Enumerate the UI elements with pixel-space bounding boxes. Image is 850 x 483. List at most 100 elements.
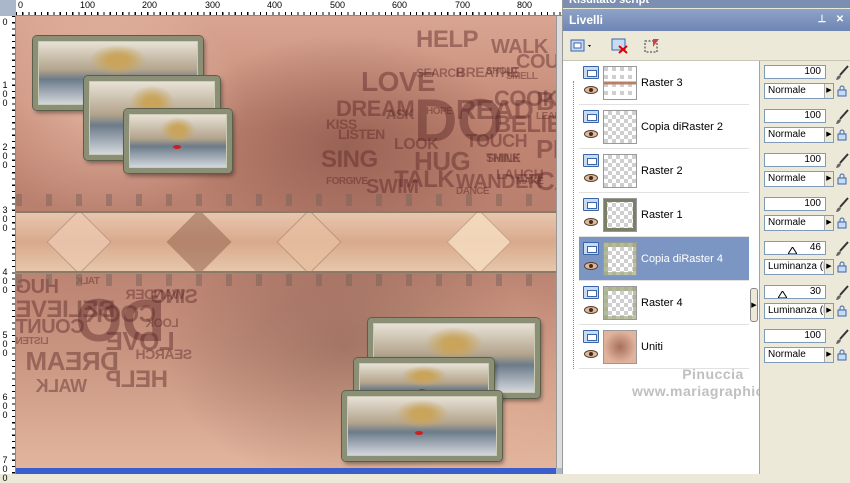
layer-name-cell[interactable]: Copia diRaster 2 — [579, 105, 749, 149]
slider-thumb-icon[interactable] — [778, 291, 787, 298]
layer-props-row: 100 Normale ▶ — [760, 61, 850, 105]
word-art-text: TOUCH — [466, 131, 528, 151]
lock-icon[interactable] — [836, 261, 848, 273]
visibility-eye-icon[interactable] — [584, 174, 598, 182]
lock-icon[interactable] — [836, 85, 848, 97]
blend-mode-select[interactable]: Normale ▶ — [764, 347, 834, 363]
image-canvas[interactable]: WALKCOUNTLOVEDREAMDOHELPBELIEVECOOKSINGH… — [16, 16, 556, 468]
side-panels: Risultato script Livelli ⊥ ✕ Raster 3 Co… — [562, 0, 850, 474]
ruler-tick: 700 — [455, 0, 471, 10]
slider-thumb-icon[interactable] — [788, 247, 797, 254]
ruler-tick: 600 — [392, 0, 408, 10]
layer-name-cell[interactable]: Uniti — [579, 325, 749, 369]
layer-thumbnail — [603, 110, 637, 144]
opacity-value: 100 — [804, 110, 821, 121]
brush-icon[interactable] — [834, 109, 850, 125]
new-layer-icon — [570, 39, 591, 52]
lock-icon[interactable] — [836, 349, 848, 361]
canvas-window: 0 100 200 300 400 500 600 700 800 0 100 20… — [0, 0, 562, 482]
dropdown-arrow-icon[interactable]: ▶ — [824, 128, 833, 142]
blend-mode-value: Normale — [768, 129, 806, 140]
edit-selection-button[interactable] — [641, 36, 663, 56]
opacity-slider[interactable]: 100 — [764, 109, 826, 123]
layer-name-cell[interactable]: Raster 1 — [579, 193, 749, 237]
visibility-eye-icon[interactable] — [584, 350, 598, 358]
layer-row[interactable]: Copia diRaster 4 — [563, 237, 751, 281]
opacity-slider[interactable]: 100 — [764, 153, 826, 167]
diamond-shape — [46, 213, 112, 271]
opacity-slider[interactable]: 100 — [764, 329, 826, 343]
layer-name: Raster 3 — [641, 77, 683, 89]
layer-name-cell[interactable]: Raster 4 — [579, 281, 749, 325]
layer-row[interactable]: Raster 3 — [563, 61, 751, 105]
opacity-slider[interactable]: 30 — [764, 285, 826, 299]
layer-row[interactable]: Copia diRaster 2 — [563, 105, 751, 149]
layer-name-cell[interactable]: Raster 2 — [579, 149, 749, 193]
lock-icon[interactable] — [836, 129, 848, 141]
horizontal-scrollbar[interactable] — [16, 468, 556, 474]
visibility-eye-icon[interactable] — [584, 130, 598, 138]
layer-name: Raster 1 — [641, 209, 683, 221]
ruler-tick: 400 — [267, 0, 283, 10]
layer-name-cell[interactable]: Copia diRaster 4 — [579, 237, 749, 281]
blend-mode-select[interactable]: Normale ▶ — [764, 83, 834, 99]
ruler-tick: 500 — [2, 329, 8, 358]
layer-name-cell[interactable]: Raster 3 — [579, 61, 749, 105]
word-art-text: WANDER — [126, 286, 186, 302]
close-icon[interactable]: ✕ — [833, 13, 847, 27]
dropdown-arrow-icon[interactable]: ▶ — [824, 216, 833, 230]
delete-layer-button[interactable] — [609, 36, 631, 56]
script-panel-title: Risultato script — [563, 0, 850, 8]
brush-icon[interactable] — [834, 241, 850, 257]
layer-row[interactable]: Uniti — [563, 325, 751, 369]
opacity-slider[interactable]: 46 — [764, 241, 826, 255]
dropdown-arrow-icon[interactable]: ▶ — [824, 348, 833, 362]
layer-name: Copia diRaster 2 — [641, 121, 723, 133]
blend-mode-select[interactable]: Normale ▶ — [764, 127, 834, 143]
pin-icon[interactable]: ⊥ — [815, 13, 829, 27]
opacity-value: 100 — [804, 154, 821, 165]
visibility-eye-icon[interactable] — [584, 306, 598, 314]
opacity-slider[interactable]: 100 — [764, 65, 826, 79]
brush-icon[interactable] — [834, 329, 850, 345]
word-art-text: SHOUT — [486, 66, 519, 77]
ruler-tick: 500 — [330, 0, 346, 10]
new-layer-button[interactable] — [569, 36, 595, 56]
picture-frame — [342, 391, 502, 461]
dropdown-arrow-icon[interactable]: ▶ — [824, 172, 833, 186]
ruler-tick: 100 — [80, 0, 96, 10]
brush-icon[interactable] — [834, 197, 850, 213]
lock-icon[interactable] — [836, 305, 848, 317]
ruler-tick: 400 — [2, 267, 8, 295]
visibility-eye-icon[interactable] — [584, 262, 598, 270]
word-art-text: ASK — [386, 106, 415, 122]
dropdown-arrow-icon[interactable]: ▶ — [824, 260, 833, 274]
ruler-tick: 0 — [2, 17, 8, 27]
panel-collapse-handle[interactable]: ▶ — [750, 288, 758, 322]
layer-props-row: 100 Normale ▶ — [760, 149, 850, 193]
word-art-text: LISTEN — [16, 336, 49, 347]
blend-mode-select[interactable]: Luminanza (L) ▶ — [764, 259, 834, 275]
opacity-slider[interactable]: 100 — [764, 197, 826, 211]
lock-icon[interactable] — [836, 173, 848, 185]
layer-row[interactable]: Raster 1 — [563, 193, 751, 237]
dropdown-arrow-icon[interactable]: ▶ — [824, 304, 833, 318]
blend-mode-select[interactable]: Normale ▶ — [764, 215, 834, 231]
raster-layer-icon — [583, 110, 599, 123]
word-art-text: PLAY — [536, 134, 556, 164]
brush-icon[interactable] — [834, 65, 850, 81]
brush-icon[interactable] — [834, 153, 850, 169]
word-art-text: CARE — [536, 166, 556, 196]
dropdown-arrow-icon[interactable]: ▶ — [824, 84, 833, 98]
layer-row[interactable]: Raster 4 — [563, 281, 751, 325]
visibility-eye-icon[interactable] — [584, 86, 598, 94]
raster-layer-icon — [583, 198, 599, 211]
blend-mode-select[interactable]: Luminanza (L) ▶ — [764, 303, 834, 319]
blend-mode-select[interactable]: Normale ▶ — [764, 171, 834, 187]
layer-row[interactable]: Raster 2 — [563, 149, 751, 193]
brush-icon[interactable] — [834, 285, 850, 301]
layer-thumbnail — [603, 330, 637, 364]
word-art-text: FORGIVE — [326, 176, 368, 187]
lock-icon[interactable] — [836, 217, 848, 229]
visibility-eye-icon[interactable] — [584, 218, 598, 226]
